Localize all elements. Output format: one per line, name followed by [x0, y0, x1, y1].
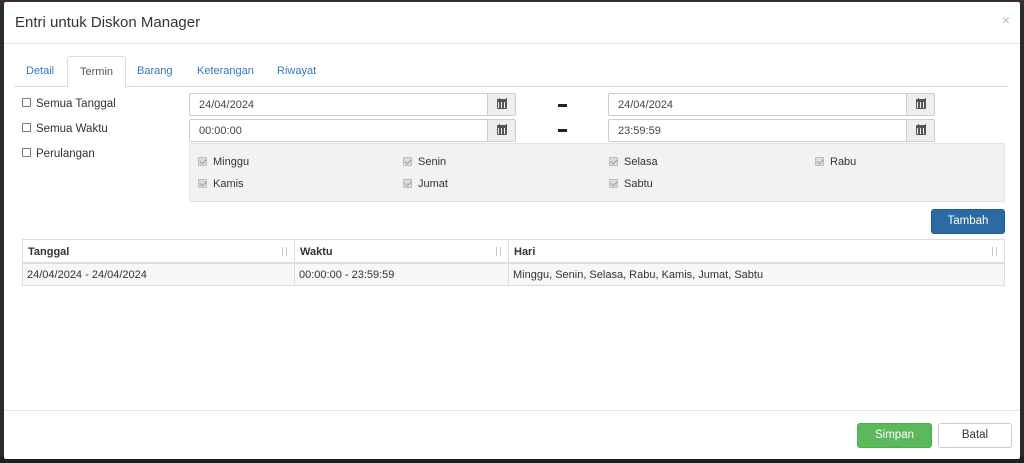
tab-bar: Detail Termin Barang Keterangan Riwayat — [14, 56, 1008, 88]
day-checkbox — [403, 156, 412, 166]
day-selasa: Selasa — [609, 156, 658, 168]
all-dates-label: Semua Tanggal — [36, 98, 116, 110]
schedule-table: Tanggal Waktu Hari 24/04/2024 - 24/04/20… — [22, 239, 1005, 286]
cell-tanggal: 24/04/2024 - 24/04/2024 — [27, 269, 147, 281]
start-date-value: 24/04/2024 — [199, 99, 255, 111]
day-label: Rabu — [830, 156, 857, 168]
all-dates-checkbox[interactable] — [22, 98, 31, 108]
start-time-value: 00:00:00 — [199, 125, 242, 137]
end-date-value: 24/04/2024 — [618, 99, 674, 111]
dialog-footer: Simpan Batal — [4, 410, 1020, 459]
repeat-option[interactable]: Perulangan — [22, 148, 95, 160]
day-checkbox — [198, 178, 207, 188]
day-kamis: Kamis — [198, 178, 244, 190]
day-label: Minggu — [213, 156, 250, 168]
tab-termin[interactable]: Termin — [67, 56, 127, 88]
day-rabu: Rabu — [815, 156, 856, 168]
column-header-tanggal[interactable]: Tanggal — [23, 240, 295, 262]
day-label: Kamis — [213, 178, 244, 190]
save-button[interactable]: Simpan — [857, 423, 932, 448]
tab-riwayat[interactable]: Riwayat — [265, 56, 328, 87]
column-label: Hari — [514, 246, 536, 258]
column-header-waktu[interactable]: Waktu — [295, 240, 509, 262]
calendar-icon — [497, 124, 507, 135]
all-times-label: Semua Waktu — [36, 123, 108, 135]
start-time-field[interactable]: 00:00:00 — [189, 119, 516, 142]
day-checkbox — [815, 156, 824, 166]
all-dates-option[interactable]: Semua Tanggal — [22, 98, 116, 110]
sort-icon[interactable] — [494, 246, 503, 257]
repeat-checkbox[interactable] — [22, 148, 31, 158]
table-cell: 24/04/2024 - 24/04/2024 — [23, 264, 295, 285]
sort-icon[interactable] — [990, 246, 999, 257]
end-date-picker-button[interactable] — [906, 94, 934, 115]
tab-detail[interactable]: Detail — [14, 56, 66, 87]
tab-keterangan[interactable]: Keterangan — [185, 56, 266, 87]
end-time-field[interactable]: 23:59:59 — [608, 119, 935, 142]
add-button[interactable]: Tambah — [931, 209, 1005, 234]
sort-icon[interactable] — [280, 246, 289, 257]
day-minggu: Minggu — [198, 156, 249, 168]
day-label: Sabtu — [624, 178, 653, 190]
cell-waktu: 00:00:00 - 23:59:59 — [299, 269, 395, 281]
column-header-hari[interactable]: Hari — [509, 240, 1004, 262]
start-time-picker-button[interactable] — [487, 120, 515, 141]
start-date-field[interactable]: 24/04/2024 — [189, 93, 516, 116]
dialog-header: Entri untuk Diskon Manager × — [4, 2, 1020, 44]
table-cell: Minggu, Senin, Selasa, Rabu, Kamis, Juma… — [509, 264, 1004, 285]
dialog-title: Entri untuk Diskon Manager — [15, 14, 201, 31]
day-label: Jumat — [418, 178, 448, 190]
day-checkbox — [403, 178, 412, 188]
cell-hari: Minggu, Senin, Selasa, Rabu, Kamis, Juma… — [513, 269, 764, 281]
day-sabtu: Sabtu — [609, 178, 653, 190]
day-jumat: Jumat — [403, 178, 448, 190]
repeat-label: Perulangan — [36, 148, 95, 160]
day-checkbox — [609, 178, 618, 188]
table-row[interactable]: 24/04/2024 - 24/04/2024 00:00:00 - 23:59… — [23, 264, 1004, 285]
discount-entry-dialog: Entri untuk Diskon Manager × Detail Term… — [4, 2, 1020, 459]
all-times-option[interactable]: Semua Waktu — [22, 123, 108, 135]
day-checkbox — [609, 156, 618, 166]
day-label: Selasa — [624, 156, 658, 168]
table-cell: 00:00:00 - 23:59:59 — [295, 264, 509, 285]
cancel-button[interactable]: Batal — [938, 423, 1012, 448]
time-range-separator — [558, 129, 567, 132]
calendar-icon — [916, 98, 926, 109]
end-date-field[interactable]: 24/04/2024 — [608, 93, 935, 116]
date-range-separator — [558, 104, 567, 107]
close-icon[interactable]: × — [1002, 12, 1010, 28]
end-time-value: 23:59:59 — [618, 125, 661, 137]
repeat-days-panel: Minggu Senin Selasa Rabu Kamis Jumat Sab… — [189, 143, 1005, 202]
calendar-icon — [916, 124, 926, 135]
calendar-icon — [497, 98, 507, 109]
tab-barang[interactable]: Barang — [125, 56, 184, 87]
all-times-checkbox[interactable] — [22, 123, 31, 133]
column-label: Tanggal — [28, 246, 70, 258]
table-header: Tanggal Waktu Hari — [23, 240, 1004, 264]
start-date-picker-button[interactable] — [487, 94, 515, 115]
day-senin: Senin — [403, 156, 446, 168]
column-label: Waktu — [300, 246, 333, 258]
end-time-picker-button[interactable] — [906, 120, 934, 141]
day-checkbox — [198, 156, 207, 166]
day-label: Senin — [418, 156, 447, 168]
